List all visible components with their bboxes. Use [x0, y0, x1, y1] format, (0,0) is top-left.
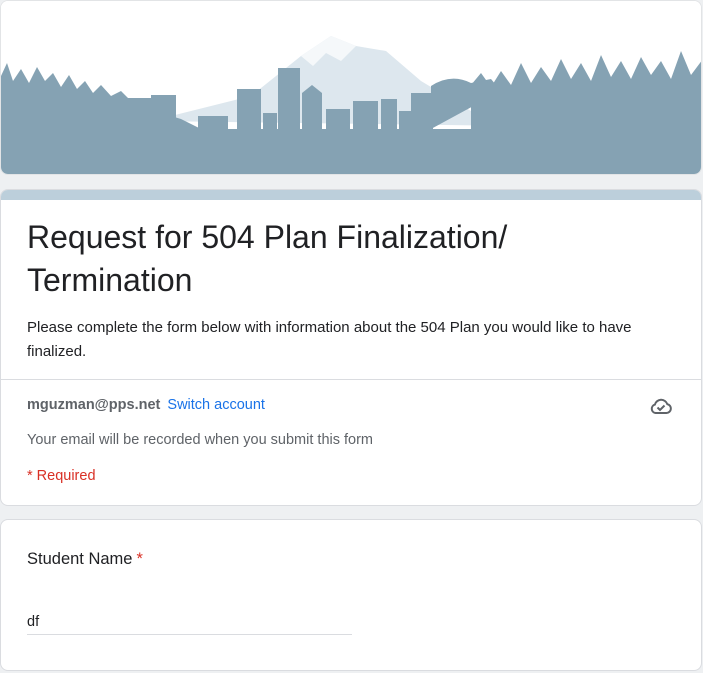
required-asterisk: *: [136, 550, 143, 568]
switch-account-link[interactable]: Switch account: [167, 397, 265, 413]
account-row: mguzman@pps.net Switch account: [27, 395, 265, 415]
form-description: Please complete the form below with info…: [27, 319, 632, 360]
required-note: * Required: [27, 468, 96, 484]
portland-skyline-illustration: [1, 1, 701, 174]
student-name-input[interactable]: [27, 610, 352, 635]
question-label: Student Name *: [27, 550, 143, 569]
question-title: Student Name: [27, 550, 133, 568]
email-recorded-notice: Your email will be recorded when you sub…: [27, 432, 374, 448]
header-banner-image: [0, 0, 702, 175]
question-card-student-name: Student Name *: [0, 519, 702, 671]
title-card-accent-bar: [1, 190, 701, 200]
account-email: mguzman@pps.net: [27, 397, 161, 413]
cloud-saved-icon[interactable]: [649, 395, 673, 417]
form-title-card: Request for 504 Plan Finalization/ Termi…: [0, 189, 702, 506]
section-divider: [1, 379, 701, 380]
form-title: Request for 504 Plan Finalization/ Termi…: [27, 219, 508, 298]
